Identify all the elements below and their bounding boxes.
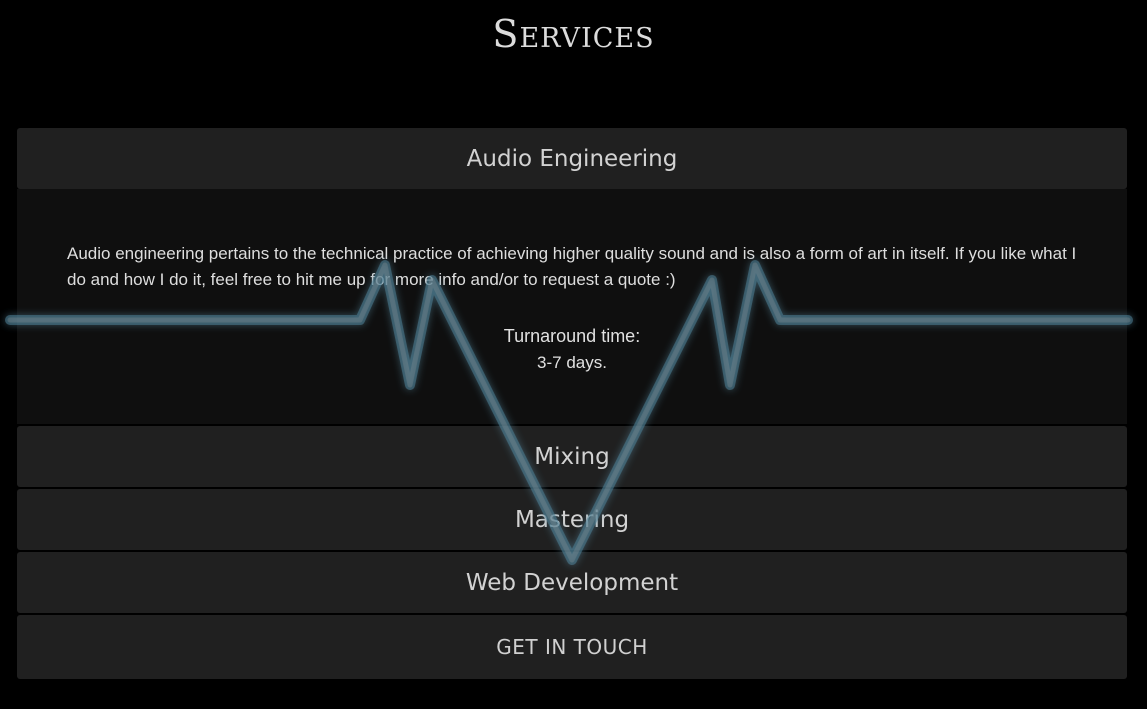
service-description: Audio engineering pertains to the techni… xyxy=(67,244,1077,289)
turnaround-value: 3-7 days. xyxy=(537,353,607,372)
accordion-header-audio-engineering[interactable]: Audio Engineering xyxy=(17,128,1127,189)
turnaround-label: Turnaround time: xyxy=(503,326,641,346)
page-title: Services xyxy=(492,12,655,56)
get-in-touch-button[interactable]: GET IN TOUCH xyxy=(17,615,1127,679)
accordion-header-web-development[interactable]: Web Development xyxy=(17,552,1127,613)
turnaround-block: Turnaround time: 3-7 days. xyxy=(67,323,1077,377)
accordion-header-mastering[interactable]: Mastering xyxy=(17,489,1127,550)
accordion-header-mixing[interactable]: Mixing xyxy=(17,426,1127,487)
services-accordion: Audio Engineering Audio engineering pert… xyxy=(17,128,1127,679)
services-page: Services Audio Engineering Audio enginee… xyxy=(0,0,1147,709)
accordion-panel-audio-engineering: Audio engineering pertains to the techni… xyxy=(17,189,1127,424)
